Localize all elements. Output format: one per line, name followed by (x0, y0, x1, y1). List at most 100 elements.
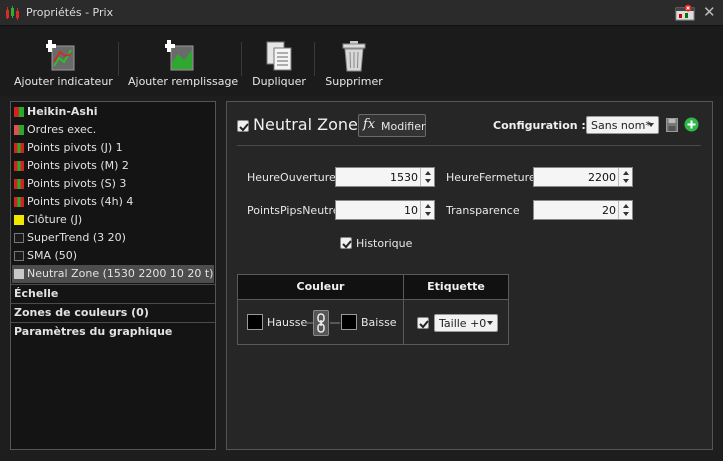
toolbar-separator (118, 42, 119, 76)
hausse-color-swatch[interactable] (247, 314, 263, 330)
check-icon (419, 320, 429, 329)
configuration-value: Sans nom* (591, 119, 651, 132)
chart-window-icon[interactable] (674, 4, 698, 22)
points-pips-label: PointsPipsNeutre (247, 204, 340, 217)
arrow-down-icon[interactable] (623, 179, 629, 183)
duplicate-button[interactable]: Dupliquer (248, 40, 310, 92)
add-fill-button[interactable]: Ajouter remplissage (128, 40, 239, 92)
add-config-icon[interactable] (684, 117, 699, 132)
arrow-up-icon[interactable] (425, 171, 431, 175)
points-pips-input[interactable]: 10 (335, 200, 435, 220)
arrow-down-icon[interactable] (425, 212, 431, 216)
list-item-label: SMA (50) (27, 249, 78, 262)
heure-fermeture-input[interactable]: 2200 (533, 167, 633, 187)
spin-arrows[interactable] (618, 168, 632, 186)
color-swatch (14, 161, 24, 171)
spin-arrows[interactable] (420, 201, 434, 219)
list-item[interactable]: Clôture (J) (12, 211, 214, 229)
baisse-color-swatch[interactable] (341, 314, 357, 330)
header-divider (237, 145, 701, 146)
list-item-label: Points pivots (4h) 4 (27, 195, 134, 208)
arrow-up-icon[interactable] (623, 171, 629, 175)
list-item-label: SuperTrend (3 20) (27, 231, 126, 244)
spin-arrows[interactable] (420, 168, 434, 186)
toolbar: Ajouter indicateur Ajouter remplissage D… (0, 26, 723, 96)
list-item-label: Points pivots (J) 1 (27, 141, 123, 154)
color-swatch (14, 143, 24, 153)
color-label-table: Couleur Etiquette Hausse Baisse Taille +… (237, 274, 509, 345)
save-icon[interactable] (666, 118, 678, 132)
add-indicator-label: Ajouter indicateur (14, 75, 113, 88)
list-item-label: Points pivots (M) 2 (27, 159, 129, 172)
color-swatch (14, 179, 24, 189)
list-item[interactable]: SuperTrend (3 20) (12, 229, 214, 247)
spin-arrows[interactable] (618, 201, 632, 219)
transparence-input[interactable]: 20 (533, 200, 633, 220)
etiquette-checkbox[interactable] (417, 317, 429, 329)
list-item-label: Ordres exec. (27, 123, 97, 136)
link-colors-button[interactable] (313, 310, 329, 336)
indicator-list-panel: Heikin-Ashi Ordres exec. Points pivots (… (10, 101, 216, 450)
heure-fermeture-label: HeureFermeture (446, 171, 536, 184)
arrow-up-icon[interactable] (425, 204, 431, 208)
list-item-label: Clôture (J) (27, 213, 83, 226)
hausse-label: Hausse (267, 316, 308, 329)
toolbar-separator (241, 42, 242, 76)
list-item-label: Neutral Zone (1530 2200 10 20 t) (27, 267, 214, 280)
toolbar-separator (314, 42, 315, 76)
check-icon (239, 123, 249, 132)
taille-value: Taille +0 (439, 317, 487, 330)
indicator-title: Neutral Zone (253, 115, 358, 134)
add-fill-label: Ajouter remplissage (128, 75, 239, 88)
list-item[interactable]: SMA (50) (12, 247, 214, 265)
list-item[interactable]: Ordres exec. (12, 121, 214, 139)
link-line-right (330, 322, 340, 324)
color-swatch (14, 233, 24, 243)
window-title: Propriétés - Prix (26, 6, 114, 19)
section-color-zones[interactable]: Zones de couleurs (0) (11, 303, 215, 321)
configuration-select[interactable]: Sans nom* (586, 116, 659, 134)
list-item-label: Points pivots (S) 3 (27, 177, 127, 190)
arrow-up-icon[interactable] (623, 204, 629, 208)
arrow-down-icon[interactable] (623, 212, 629, 216)
transparence-value: 20 (602, 204, 616, 217)
add-indicator-icon (46, 40, 75, 71)
historique-checkbox[interactable] (340, 237, 352, 249)
section-scale[interactable]: Échelle (11, 284, 215, 302)
add-indicator-button[interactable]: Ajouter indicateur (14, 40, 113, 92)
section-chart-params[interactable]: Paramètres du graphique (11, 322, 215, 340)
heure-ouverture-value: 1530 (390, 171, 418, 184)
configuration-label: Configuration : (493, 119, 586, 132)
list-item-label: Heikin-Ashi (27, 105, 98, 118)
modify-button[interactable]: fx Modifier (358, 114, 426, 137)
properties-panel: Neutral Zone fx Modifier Configuration :… (226, 101, 713, 450)
list-item[interactable]: Heikin-Ashi (12, 103, 214, 121)
enable-checkbox[interactable] (237, 120, 249, 132)
taille-select[interactable]: Taille +0 (434, 314, 498, 332)
modify-label: Modifier (381, 120, 426, 133)
baisse-label: Baisse (361, 316, 397, 329)
section-label: Paramètres du graphique (14, 325, 173, 338)
list-item[interactable]: Points pivots (S) 3 (12, 175, 214, 193)
list-item[interactable]: Points pivots (M) 2 (12, 157, 214, 175)
column-divider (403, 275, 404, 344)
transparence-label: Transparence (446, 204, 520, 217)
list-item[interactable]: Points pivots (J) 1 (12, 139, 214, 157)
color-swatch (14, 125, 24, 135)
column-header-etiquette: Etiquette (404, 275, 508, 299)
trash-icon (342, 41, 366, 72)
delete-button[interactable]: Supprimer (324, 40, 384, 92)
column-header-couleur: Couleur (238, 275, 403, 299)
list-item[interactable]: Points pivots (4h) 4 (12, 193, 214, 211)
heure-ouverture-label: HeureOuverture (247, 171, 336, 184)
close-icon[interactable]: ✕ (703, 3, 716, 21)
list-item-selected[interactable]: Neutral Zone (1530 2200 10 20 t) (12, 265, 214, 283)
header-row-divider (238, 299, 508, 300)
arrow-down-icon[interactable] (425, 179, 431, 183)
heure-ouverture-input[interactable]: 1530 (335, 167, 435, 187)
color-swatch (14, 269, 24, 279)
add-fill-icon (165, 40, 194, 71)
historique-label: Historique (356, 237, 413, 250)
section-label: Échelle (14, 287, 59, 300)
chain-link-icon (317, 313, 325, 333)
